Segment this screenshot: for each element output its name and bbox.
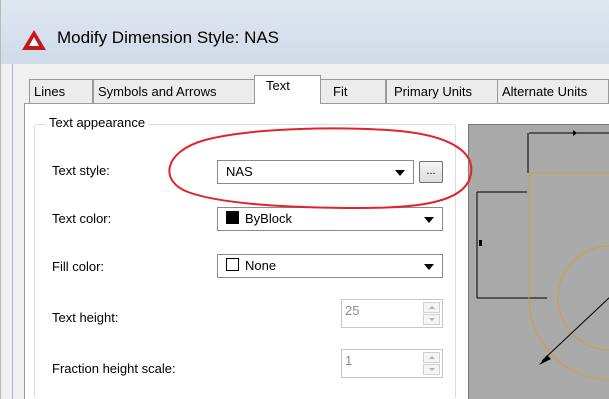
text-height-spinner[interactable]: 25 <box>341 299 443 328</box>
text-style-dropdown[interactable]: NAS <box>217 160 414 184</box>
fill-color-value: None <box>245 258 277 273</box>
spin-down-icon[interactable] <box>423 364 440 375</box>
fraction-height-scale-spinner[interactable]: 1 <box>341 349 443 378</box>
fraction-height-scale-value: 1 <box>345 353 353 368</box>
tab-symbols-and-arrows[interactable]: Symbols and Arrows <box>93 79 255 103</box>
text-color-swatch <box>226 211 239 224</box>
tab-primary-units-label: Primary Units <box>394 84 473 99</box>
tab-lines[interactable]: Lines <box>29 79 93 103</box>
text-height-value: 25 <box>345 303 360 318</box>
dimension-preview <box>468 124 609 399</box>
fill-color-swatch <box>226 258 239 271</box>
text-color-dropdown[interactable]: ByBlock <box>217 207 443 231</box>
text-style-browse-button[interactable]: ... <box>419 161 443 183</box>
spin-up-icon[interactable] <box>423 302 440 313</box>
text-color-value: ByBlock <box>245 211 292 226</box>
text-color-value-wrap: ByBlock <box>226 208 292 230</box>
chevron-down-icon <box>424 264 434 270</box>
tab-primary-units[interactable]: Primary Units <box>386 79 498 103</box>
fraction-height-scale-label: Fraction height scale: <box>52 361 176 376</box>
tab-text-label: Text <box>266 78 290 93</box>
tab-symbols-and-arrows-label: Symbols and Arrows <box>98 84 217 99</box>
preview-drawing <box>476 130 609 381</box>
fill-color-label: Fill color: <box>52 259 105 274</box>
window-title: Modify Dimension Style: NAS <box>57 28 280 47</box>
text-style-value: NAS <box>226 164 253 179</box>
text-style-label: Text style: <box>52 163 110 178</box>
fraction-height-spin-buttons <box>423 352 440 375</box>
tab-fit-label: Fit <box>333 84 348 99</box>
chevron-down-icon <box>395 170 405 176</box>
tab-text[interactable]: Text <box>254 75 321 104</box>
tab-lines-label: Lines <box>34 84 66 99</box>
chevron-down-icon <box>424 217 434 223</box>
spin-down-icon[interactable] <box>423 314 440 325</box>
spin-up-icon[interactable] <box>423 352 440 363</box>
tab-fit[interactable]: Fit <box>320 79 386 103</box>
text-height-spin-buttons <box>423 302 440 325</box>
text-height-label: Text height: <box>52 310 119 325</box>
text-appearance-heading: Text appearance <box>46 115 149 130</box>
fill-color-dropdown[interactable]: None <box>217 254 443 278</box>
fill-color-value-wrap: None <box>226 255 276 277</box>
tab-alternate-units[interactable]: Alternate Units <box>497 79 609 103</box>
tab-alternate-units-label: Alternate Units <box>502 84 588 99</box>
text-color-label: Text color: <box>52 211 112 226</box>
autocad-logo-icon <box>22 30 46 50</box>
title-bar: Modify Dimension Style: NAS <box>1 0 609 64</box>
